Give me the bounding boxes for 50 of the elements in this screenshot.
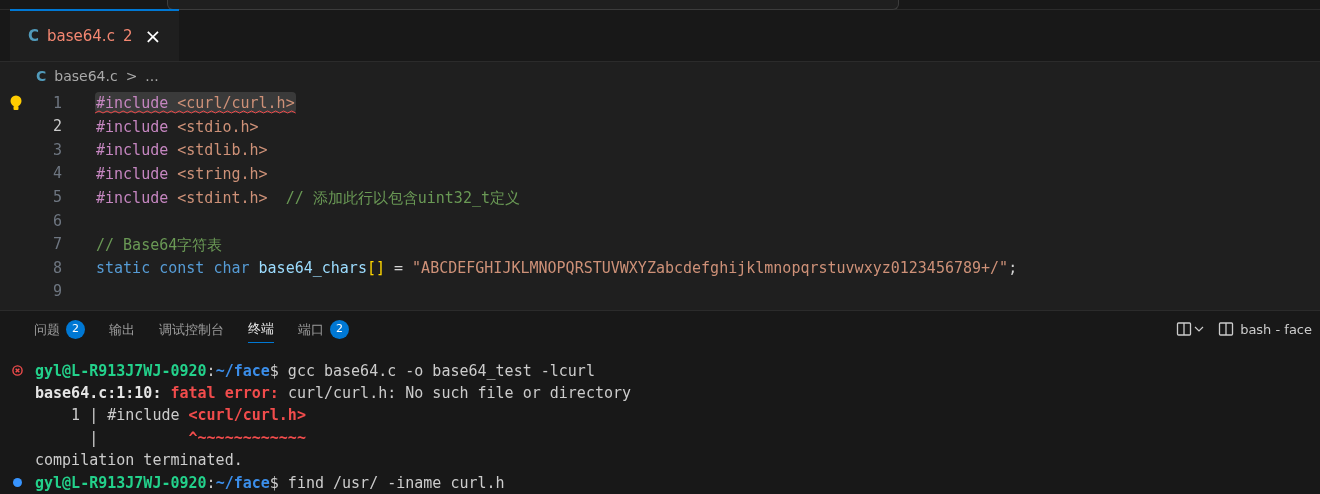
line-number: 3 [51, 139, 62, 161]
breadcrumb-item[interactable]: ... [145, 65, 159, 87]
code-line: static const char base64_chars[] = "ABCDEFGHIJKLMNOPQRSTUVWXYZabcdefghijklmnopqrstuvwxyz0123456789+/"; [95, 258, 1019, 279]
terminal-panel-icon[interactable] [1218, 321, 1235, 338]
panel-tab-label: 问题 [34, 320, 60, 339]
lightbulb-icon[interactable] [10, 94, 22, 111]
command-center-field[interactable] [167, 0, 899, 10]
panel-tab-label: 端口 [298, 320, 324, 339]
error-circle-icon[interactable] [12, 365, 23, 377]
panel-tab[interactable]: 调试控制台 [159, 315, 224, 344]
line-number: 5 [51, 186, 62, 208]
code-line: #include <stdint.h> // 添加此行以包含uint32_t定义 [95, 187, 521, 208]
chevron-down-icon[interactable] [1194, 325, 1205, 334]
terminal-line: base64.c:1:10: fatal error: curl/curl.h: No such file or directory [35, 383, 632, 404]
line-number: 4 [51, 163, 62, 185]
count-badge: 2 [330, 319, 349, 339]
terminal-name[interactable]: bash - face [1240, 319, 1312, 340]
c-file-icon: C [36, 65, 47, 87]
breadcrumb-separator: > [125, 66, 138, 86]
close-button[interactable]: × [144, 26, 162, 46]
panel-tab-label: 终端 [248, 320, 274, 339]
terminal-line: compilation terminated. [35, 450, 243, 472]
editor-tab[interactable]: C base64.c 2 × [10, 9, 180, 61]
code-line: #include <stdio.h> [95, 116, 260, 137]
line-number: 8 [51, 257, 62, 279]
code-line: // Base64字符表 [95, 234, 224, 255]
panel-tab[interactable]: 端口 2 [298, 315, 349, 344]
status-dot-icon[interactable] [13, 478, 22, 488]
code-line: #include <string.h> [95, 164, 269, 185]
count-badge: 2 [66, 319, 85, 339]
panel-tab[interactable]: 输出 [109, 315, 135, 344]
line-number: 2 [51, 116, 62, 138]
line-number: 7 [51, 234, 62, 256]
panel-tab[interactable]: 终端 [248, 315, 274, 344]
split-terminal-icon[interactable] [1176, 321, 1193, 338]
panel-tab-label: 调试控制台 [159, 320, 224, 339]
line-number: 6 [51, 210, 62, 232]
line-number: 1 [51, 92, 62, 114]
line-number: 9 [51, 281, 62, 303]
tab-label: base64.c [47, 25, 115, 47]
code-line: #include <stdlib.h> [95, 140, 269, 161]
terminal-line: | ^~~~~~~~~~~~~ [88, 427, 306, 449]
problem-count: 2 [122, 25, 133, 47]
terminal-line: gyl@L-R913J7WJ-0920:~/face$ find /usr/ -iname curl.h [35, 472, 505, 494]
terminal-line: gyl@L-R913J7WJ-0920:~/face$ gcc base64.c -o base64_test -lcurl [35, 360, 595, 382]
terminal-line: 1 | #include <curl/curl.h> [70, 405, 306, 427]
panel-tab-label: 输出 [109, 320, 135, 339]
breadcrumb-item[interactable]: base64.c [54, 65, 118, 87]
c-file-icon: C [28, 24, 39, 48]
panel-tab[interactable]: 问题 2 [34, 315, 85, 344]
